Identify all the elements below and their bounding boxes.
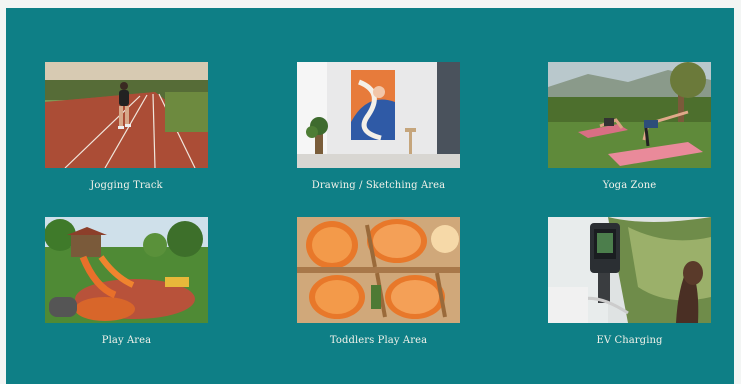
drawing-area-image [297,62,460,168]
ev-charging-image [548,217,711,323]
amenity-label: Jogging Track [90,180,163,191]
amenity-card-toddlers-play-area[interactable]: Toddlers Play Area [297,217,460,346]
toddlers-play-area-image [297,217,460,323]
amenity-card-drawing-area[interactable]: Drawing / Sketching Area [297,62,460,191]
amenity-card-jogging-track[interactable]: Jogging Track [45,62,208,191]
amenity-label: EV Charging [596,335,663,346]
amenity-card-play-area[interactable]: Play Area [45,217,208,346]
amenity-label: Toddlers Play Area [329,335,428,346]
jogging-track-image [45,62,208,168]
amenity-card-yoga-zone[interactable]: Yoga Zone [548,62,711,191]
amenity-card-ev-charging[interactable]: EV Charging [548,217,711,346]
amenity-label: Drawing / Sketching Area [311,180,446,191]
yoga-zone-image [548,62,711,168]
amenity-label: Yoga Zone [602,180,657,191]
play-area-image [45,217,208,323]
amenity-label: Play Area [101,335,152,346]
